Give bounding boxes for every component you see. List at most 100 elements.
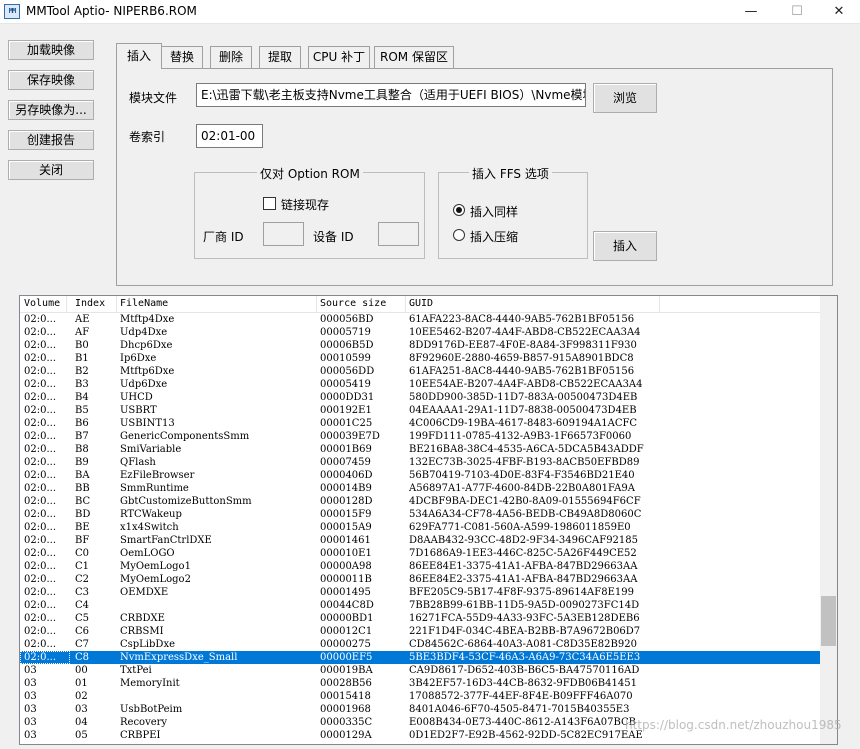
cell-volume: 02:0... xyxy=(24,626,56,637)
tab-cpu-patch[interactable]: CPU 补丁 xyxy=(308,46,370,68)
cell-source-size: 00028B56 xyxy=(320,678,372,689)
cell-volume: 02:0... xyxy=(24,314,56,325)
cell-filename: Udp4Dxe xyxy=(120,327,168,338)
cell-source-size: 00001C25 xyxy=(320,418,373,429)
cell-volume: 02:0... xyxy=(24,496,56,507)
column-header-index[interactable]: Index xyxy=(71,296,117,313)
module-list[interactable]: Volume Index FileName Source size GUID 0… xyxy=(19,295,838,745)
insert-same-radio[interactable] xyxy=(453,204,465,216)
cell-index: AF xyxy=(75,327,90,338)
insert-button[interactable]: 插入 xyxy=(593,231,657,261)
cell-guid: 61AFA223-8AC8-4440-9AB5-762B1BF05156 xyxy=(409,314,635,325)
cell-guid: 10EE5462-B207-4A4F-ABD8-CB522ECAA3A4 xyxy=(409,327,641,338)
table-row[interactable]: 03 02 00015418 17088572-377F-44EF-8F4E-B09F… xyxy=(20,690,820,703)
cell-guid: 4DCBF9BA-DEC1-42B0-8A09-01555694F6CF xyxy=(409,496,641,507)
table-row[interactable]: 02:0... C3 OEMDXE 00001495 BFE205C9-5B17-4F8… xyxy=(20,586,820,599)
table-row[interactable]: 02:0... BB SmmRuntime 000014B9 A56897A1-A77F… xyxy=(20,482,820,495)
column-header-guid[interactable]: GUID xyxy=(405,296,660,313)
cell-volume: 02:0... xyxy=(24,470,56,481)
vendor-id-field[interactable] xyxy=(263,222,304,246)
column-header-filename[interactable]: FileName xyxy=(116,296,317,313)
table-row[interactable]: 02:0... C4 00044C8D 7BB28B99-61BB-11D5-9A5D… xyxy=(20,599,820,612)
table-row[interactable]: 02:0... B9 QFlash 00007459 132EC73B-3025-4FB… xyxy=(20,456,820,469)
vertical-scrollbar[interactable] xyxy=(820,296,837,744)
tab-extract[interactable]: 提取 xyxy=(259,46,301,68)
cell-guid: D8AAB432-93CC-48D2-9F34-3496CAF92185 xyxy=(409,535,639,546)
load-image-button[interactable]: 加载映像 xyxy=(8,40,94,60)
create-report-button[interactable]: 创建报告 xyxy=(8,130,94,150)
cell-index: 01 xyxy=(75,678,88,689)
table-row[interactable]: 02:0... BD RTCWakeup 000015F9 534A6A34-CF78-… xyxy=(20,508,820,521)
cell-guid: 629FA771-C081-560A-A599-1986011859E0 xyxy=(409,522,631,533)
table-row[interactable]: 02:0... C5 CRBDXE 00000BD1 16271FCA-55D9-4A3… xyxy=(20,612,820,625)
cell-source-size: 00015418 xyxy=(320,691,371,702)
cell-source-size: 00001B69 xyxy=(320,444,372,455)
cell-volume: 02:0... xyxy=(24,548,56,559)
link-present-checkbox[interactable] xyxy=(263,197,276,210)
scrollbar-thumb[interactable] xyxy=(821,596,836,646)
table-row[interactable]: 03 01 MemoryInit 00028B56 3B42EF57-16D3-44CB… xyxy=(20,677,820,690)
cell-source-size: 000039E7D xyxy=(320,431,380,442)
table-row[interactable]: 02:0... AE Mtftp4Dxe 000056BD 61AFA223-8AC8-… xyxy=(20,313,820,326)
table-row[interactable]: 02:0... C0 OemLOGO 000010E1 7D1686A9-1EE3-44… xyxy=(20,547,820,560)
table-row[interactable]: 02:0... B8 SmiVariable 00001B69 BE216BA8-38C… xyxy=(20,443,820,456)
cell-source-size: 00000275 xyxy=(320,639,371,650)
table-row[interactable]: 02:0... C1 MyOemLogo1 00000A98 86EE84E1-3375… xyxy=(20,560,820,573)
cell-filename: EzFileBrowser xyxy=(120,470,195,481)
volume-index-label: 卷索引 xyxy=(129,130,166,144)
table-row[interactable]: 02:0... B3 Udp6Dxe 00005419 10EE54AE-B207-4A… xyxy=(20,378,820,391)
table-row[interactable]: 02:0... B1 Ip6Dxe 00010599 8F92960E-2880-465… xyxy=(20,352,820,365)
cell-filename: MyOemLogo1 xyxy=(120,561,191,572)
save-image-as-button[interactable]: 另存映像为... xyxy=(8,100,94,120)
table-row[interactable]: 02:0... B0 Dhcp6Dxe 00006B5D 8DD9176D-EE87-4… xyxy=(20,339,820,352)
table-row[interactable]: 03 00 TxtPei 000019BA CA9D8617-D652-403B-B6C… xyxy=(20,664,820,677)
cell-index: 03 xyxy=(75,704,88,715)
close-button[interactable]: 关闭 xyxy=(8,160,94,180)
tab-rom-hole[interactable]: ROM 保留区 xyxy=(374,46,454,68)
cell-index: 04 xyxy=(75,717,88,728)
tab-insert[interactable]: 插入 xyxy=(116,43,162,69)
cell-index: C1 xyxy=(75,561,90,572)
close-window-button[interactable]: ✕ xyxy=(817,0,860,24)
cell-filename: Dhcp6Dxe xyxy=(120,340,173,351)
table-row[interactable]: 02:0... C8 NvmExpressDxe_Small 00000EF5 5BE3… xyxy=(20,651,820,664)
table-row[interactable]: 02:0... AF Udp4Dxe 00005719 10EE5462-B207-4A… xyxy=(20,326,820,339)
device-id-field[interactable] xyxy=(378,222,419,246)
cell-volume: 03 xyxy=(24,691,37,702)
table-row[interactable]: 02:0... BE x1x4Switch 000015A9 629FA771-C081… xyxy=(20,521,820,534)
table-row[interactable]: 02:0... B2 Mtftp6Dxe 000056DD 61AFA251-8AC8-… xyxy=(20,365,820,378)
table-row[interactable]: 02:0... C7 CspLibDxe 00000275 CD84562C-6864-… xyxy=(20,638,820,651)
table-row[interactable]: 02:0... BC GbtCustomizeButtonSmm 0000128D 4D… xyxy=(20,495,820,508)
insert-compressed-radio[interactable] xyxy=(453,229,465,241)
cell-index: BD xyxy=(75,509,91,520)
cell-source-size: 0000128D xyxy=(320,496,373,507)
table-row[interactable]: 02:0... BA EzFileBrowser 0000406D 56B70419-7… xyxy=(20,469,820,482)
maximize-button[interactable]: ☐ xyxy=(775,0,819,24)
table-row[interactable]: 02:0... B5 USBRT 000192E1 04EAAAA1-29A1-11D7… xyxy=(20,404,820,417)
column-header-volume[interactable]: Volume xyxy=(20,296,67,313)
volume-index-field[interactable]: 02:01-00 xyxy=(196,124,263,148)
table-row[interactable]: 02:0... B7 GenericComponentsSmm 000039E7D 19… xyxy=(20,430,820,443)
tab-delete[interactable]: 删除 xyxy=(210,46,252,68)
browse-button[interactable]: 浏览 xyxy=(593,83,657,113)
minimize-button[interactable]: — xyxy=(729,0,773,24)
cell-index: B4 xyxy=(75,392,89,403)
tab-replace[interactable]: 替换 xyxy=(161,46,203,68)
cell-guid: A56897A1-A77F-4600-84DB-22B0A801FA9A xyxy=(409,483,635,494)
cell-index: C0 xyxy=(75,548,90,559)
cell-guid: 132EC73B-3025-4FBF-B193-8ACB50EFBD89 xyxy=(409,457,640,468)
cell-guid: BE216BA8-38C4-4535-A6CA-5DCA5B43ADDF xyxy=(409,444,644,455)
table-row[interactable]: 02:0... B6 USBINT13 00001C25 4C006CD9-19BA-4… xyxy=(20,417,820,430)
module-file-field[interactable]: E:\迅雷下载\老主板支持Nvme工具整合（适用于UEFI BIOS）\Nvme… xyxy=(196,83,586,107)
table-row[interactable]: 02:0... B4 UHCD 0000DD31 580DD900-385D-11D7-… xyxy=(20,391,820,404)
cell-filename: UHCD xyxy=(120,392,153,403)
table-row[interactable]: 02:0... C2 MyOemLogo2 0000011B 86EE84E2-3375… xyxy=(20,573,820,586)
cell-index: B2 xyxy=(75,366,89,377)
cell-source-size: 00001495 xyxy=(320,587,371,598)
column-header-source-size[interactable]: Source size xyxy=(316,296,406,313)
table-row[interactable]: 02:0... C6 CRBSMI 000012C1 221F1D4F-034C-4BE… xyxy=(20,625,820,638)
watermark: https://blog.csdn.net/zhouzhou1985 xyxy=(625,718,842,732)
save-image-button[interactable]: 保存映像 xyxy=(8,70,94,90)
table-row[interactable]: 03 03 UsbBotPeim 00001968 8401A046-6F70-4505… xyxy=(20,703,820,716)
table-row[interactable]: 02:0... BF SmartFanCtrlDXE 00001461 D8AAB432… xyxy=(20,534,820,547)
